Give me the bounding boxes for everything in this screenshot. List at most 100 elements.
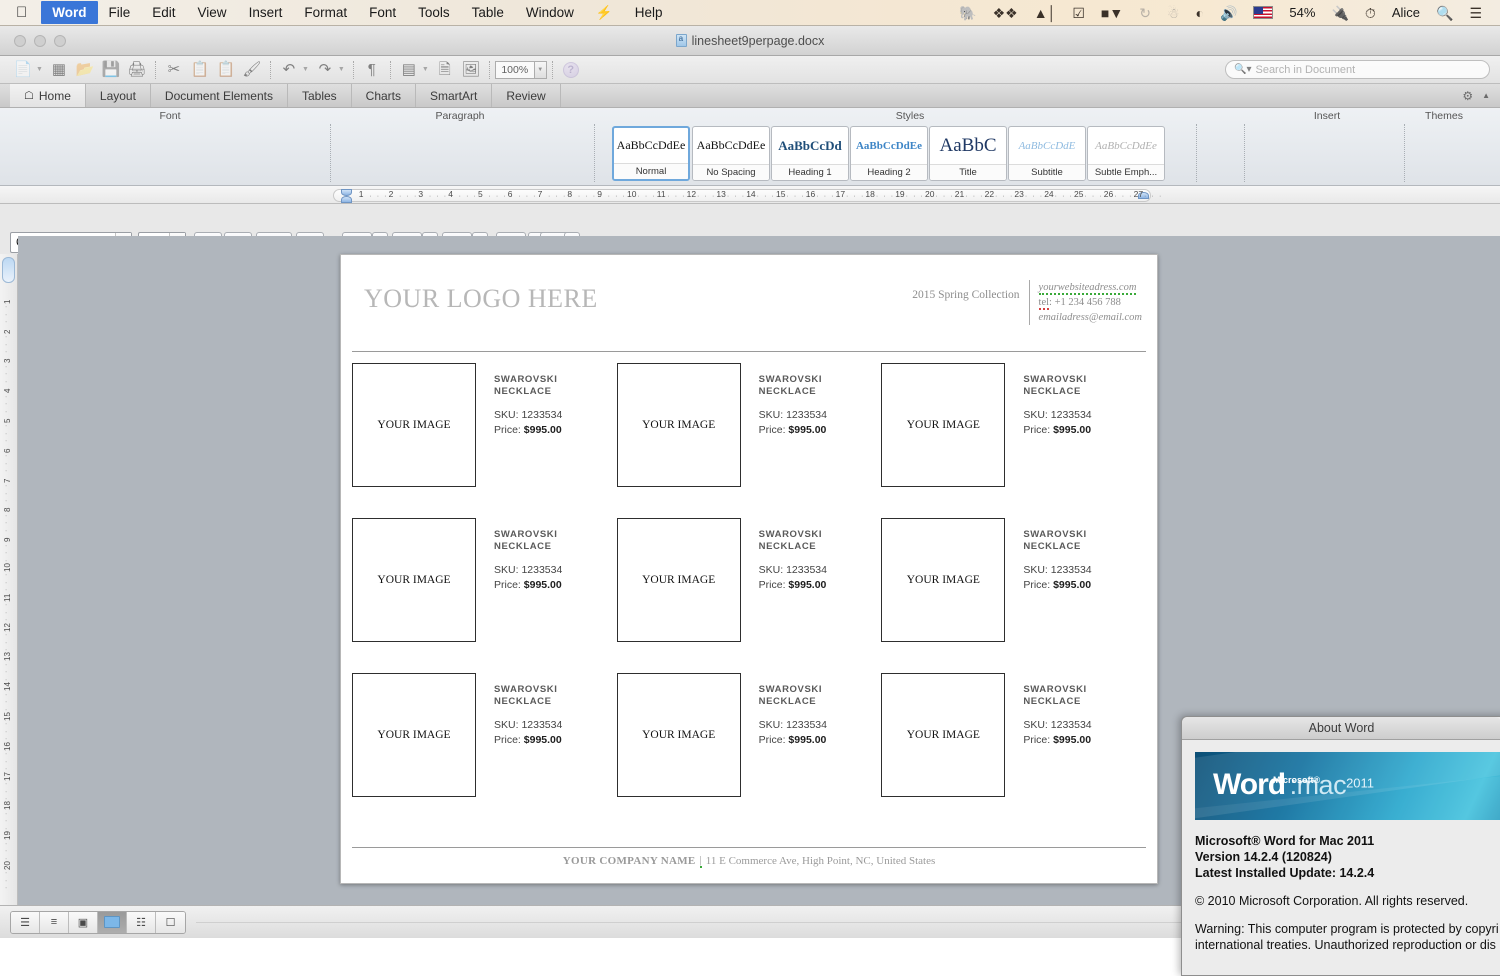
- new-document-icon[interactable]: 📄: [10, 58, 36, 82]
- chevron-up-icon[interactable]: ▲: [1482, 91, 1490, 100]
- style-subtitle[interactable]: AaBbCcDdE Subtitle: [1008, 126, 1086, 181]
- vertical-margin-marker[interactable]: [2, 257, 15, 283]
- first-line-indent-marker[interactable]: [341, 189, 352, 196]
- copy-icon[interactable]: 📋: [187, 58, 213, 82]
- checkbox-icon[interactable]: ☑: [1064, 6, 1093, 20]
- media-browser-icon[interactable]: 🖼: [458, 58, 484, 82]
- paste-icon[interactable]: 📋: [213, 58, 239, 82]
- show-formatting-icon[interactable]: ¶: [359, 58, 385, 82]
- airplay-icon[interactable]: ■▼: [1093, 6, 1131, 20]
- image-placeholder[interactable]: YOUR IMAGE: [616, 363, 741, 487]
- tab-layout[interactable]: Layout: [86, 84, 151, 107]
- undo-dropdown-icon[interactable]: ▼: [302, 66, 312, 73]
- image-placeholder[interactable]: YOUR IMAGE: [881, 363, 1006, 487]
- undo-icon[interactable]: ↶: [276, 58, 302, 82]
- image-placeholder[interactable]: YOUR IMAGE: [352, 363, 476, 487]
- search-input[interactable]: Search in Document: [1255, 64, 1355, 76]
- cut-icon[interactable]: ✂: [161, 58, 187, 82]
- tab-review[interactable]: Review: [492, 84, 561, 107]
- menu-item-font[interactable]: Font: [358, 2, 407, 23]
- product-cell[interactable]: YOUR IMAGE SWAROVSKI NECKLACE SKU: 12335…: [881, 673, 1146, 828]
- email-line[interactable]: emailadress@email.com: [1039, 310, 1142, 325]
- redo-dropdown-icon[interactable]: ▼: [338, 66, 348, 73]
- print-layout-view-button[interactable]: [98, 911, 127, 933]
- wifi-icon[interactable]: ◐: [1188, 6, 1212, 20]
- menu-item-insert[interactable]: Insert: [238, 2, 294, 23]
- menu-item-window[interactable]: Window: [515, 2, 585, 23]
- menu-item-view[interactable]: View: [187, 2, 238, 23]
- new-document-dropdown-icon[interactable]: ▼: [36, 66, 46, 73]
- draft-view-button[interactable]: ☰: [11, 911, 40, 933]
- outline-view-button[interactable]: ≡: [40, 911, 69, 933]
- battery-icon[interactable]: 🔌: [1323, 6, 1356, 20]
- about-word-dialog[interactable]: About Word Word Microsoft® :mac2011 Micr…: [1181, 716, 1500, 976]
- image-placeholder[interactable]: YOUR IMAGE: [881, 673, 1006, 797]
- product-cell[interactable]: YOUR IMAGE SWAROVSKI NECKLACE SKU: 12335…: [881, 363, 1146, 518]
- menu-item-table[interactable]: Table: [461, 2, 515, 23]
- menu-item-word[interactable]: Word: [41, 1, 98, 24]
- style-title[interactable]: AaBbC Title: [929, 126, 1007, 181]
- product-cell[interactable]: YOUR IMAGE SWAROVSKI NECKLACE SKU: 12335…: [352, 518, 617, 673]
- gear-icon[interactable]: ⚙: [1462, 89, 1473, 103]
- vertical-ruler[interactable]: 1 · · · 2 · · · 3 · · · 4 · · · 5 · · · 6 · · · 7 · · · 8 · · · 9 · · · 10 · ·…: [0, 254, 18, 924]
- zoom-input[interactable]: 100%: [494, 60, 535, 79]
- image-placeholder[interactable]: YOUR IMAGE: [881, 518, 1006, 642]
- menu-item-format[interactable]: Format: [293, 2, 358, 23]
- tab-document-elements[interactable]: Document Elements: [151, 84, 288, 107]
- alfred-icon[interactable]: ▲│: [1026, 6, 1065, 20]
- image-placeholder[interactable]: YOUR IMAGE: [352, 673, 476, 797]
- style-heading-2[interactable]: AaBbCcDdEe Heading 2: [850, 126, 928, 181]
- zoom-stepper[interactable]: ▼: [534, 60, 547, 79]
- style-heading-1[interactable]: AaBbCcDd Heading 1: [771, 126, 849, 181]
- help-icon[interactable]: ?: [558, 58, 584, 82]
- redo-icon[interactable]: ↷: [312, 58, 338, 82]
- document-gallery-icon[interactable]: ▦: [46, 58, 72, 82]
- menu-item-script-icon[interactable]: ⚡: [585, 2, 624, 24]
- notebook-layout-view-button[interactable]: ☷: [127, 911, 156, 933]
- product-cell[interactable]: YOUR IMAGE SWAROVSKI NECKLACE SKU: 12335…: [881, 518, 1146, 673]
- style-no-spacing[interactable]: AaBbCcDdEe No Spacing: [692, 126, 770, 181]
- tab-home[interactable]: ☖ Home: [10, 84, 86, 107]
- fullscreen-view-button[interactable]: ☐: [156, 911, 185, 933]
- document-page[interactable]: YOUR LOGO HERE 2015 Spring Collection yo…: [340, 254, 1158, 884]
- apple-menu-icon[interactable]: : [0, 5, 41, 20]
- telephone-line[interactable]: tel: +1 234 456 788: [1038, 295, 1142, 310]
- open-icon[interactable]: 📂: [72, 58, 98, 82]
- notification-center-icon[interactable]: ☰: [1461, 6, 1490, 20]
- collection-label[interactable]: 2015 Spring Collection: [912, 280, 1028, 301]
- publishing-layout-view-button[interactable]: ▣: [69, 911, 98, 933]
- clock-icon[interactable]: ⏱: [1357, 6, 1384, 20]
- menu-item-edit[interactable]: Edit: [141, 2, 186, 23]
- search-icon[interactable]: 🔍: [1428, 6, 1461, 20]
- volume-icon[interactable]: 🔊: [1212, 6, 1245, 20]
- menu-item-tools[interactable]: Tools: [407, 2, 461, 23]
- dropbox-icon[interactable]: ❖❖: [985, 6, 1026, 20]
- product-cell[interactable]: YOUR IMAGE SWAROVSKI NECKLACE SKU: 12335…: [352, 673, 617, 828]
- format-painter-icon[interactable]: 🖌: [239, 58, 265, 82]
- keyboard-flag-icon[interactable]: [1245, 6, 1281, 19]
- website-line[interactable]: yourwebsiteadress.com: [1038, 280, 1142, 295]
- product-cell[interactable]: YOUR IMAGE SWAROVSKI NECKLACE SKU: 12335…: [352, 363, 617, 518]
- horizontal-ruler[interactable]: 1 · · · 2 · · · 3 · · · 4 · · · 5 · · · 6 · · · 7 · · · 8 · · · 9 · · · 10 · ·…: [0, 186, 1500, 204]
- page-footer[interactable]: YOUR COMPANY NAME | 11 E Commerce Ave, H…: [352, 847, 1146, 873]
- tab-smartart[interactable]: SmartArt: [416, 84, 493, 107]
- left-indent-marker[interactable]: [341, 196, 352, 203]
- image-placeholder[interactable]: YOUR IMAGE: [616, 673, 741, 797]
- notebook-layout-icon[interactable]: 🗎: [432, 58, 458, 82]
- search-in-document-box[interactable]: 🔍▾ Search in Document: [1225, 60, 1490, 79]
- menu-item-help[interactable]: Help: [624, 2, 674, 23]
- logo-placeholder[interactable]: YOUR LOGO HERE: [352, 260, 598, 314]
- style-subtle-emphasis[interactable]: AaBbCcDdEe Subtle Emph...: [1087, 126, 1165, 181]
- product-cell[interactable]: YOUR IMAGE SWAROVSKI NECKLACE SKU: 12335…: [616, 518, 882, 673]
- sidebar-dropdown-icon[interactable]: ▼: [422, 66, 432, 73]
- print-icon[interactable]: 🖨: [124, 58, 150, 82]
- save-icon[interactable]: 💾: [98, 58, 124, 82]
- style-normal[interactable]: AaBbCcDdEe Normal: [612, 126, 690, 181]
- sidebar-icon[interactable]: ▤: [396, 58, 422, 82]
- image-placeholder[interactable]: YOUR IMAGE: [616, 518, 741, 642]
- product-cell[interactable]: YOUR IMAGE SWAROVSKI NECKLACE SKU: 12335…: [616, 673, 882, 828]
- elephant-icon[interactable]: 🐘: [951, 6, 984, 20]
- image-placeholder[interactable]: YOUR IMAGE: [352, 518, 476, 642]
- product-cell[interactable]: YOUR IMAGE SWAROVSKI NECKLACE SKU: 12335…: [616, 363, 882, 518]
- tab-tables[interactable]: Tables: [288, 84, 352, 107]
